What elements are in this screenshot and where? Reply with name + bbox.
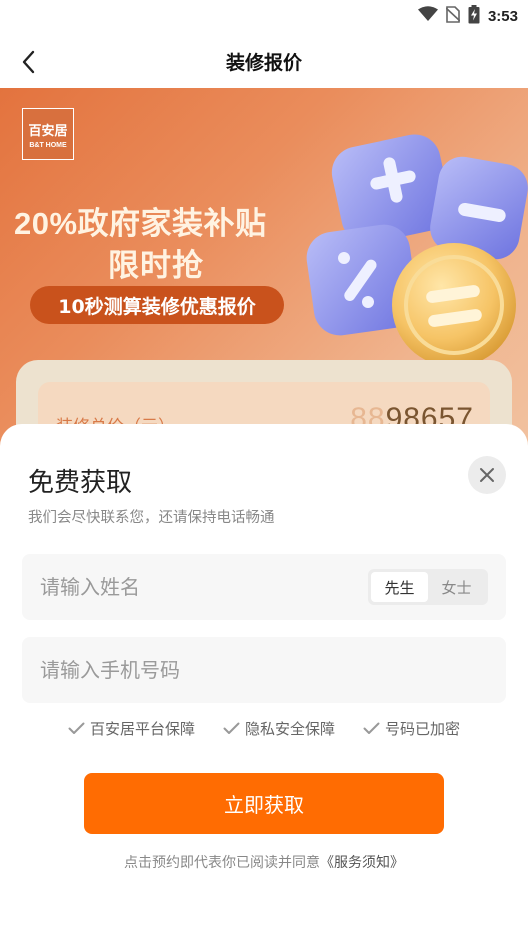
sheet-subtitle: 我们会尽快联系您，还请保持电话畅通 [28, 510, 275, 526]
close-icon [480, 468, 494, 482]
check-icon [223, 722, 240, 734]
wifi-icon [417, 6, 438, 26]
check-icon [363, 722, 380, 734]
guarantee-text: 号码已加密 [385, 720, 461, 738]
promo-subheadline: 限时抢 [108, 248, 204, 284]
nav-bar: 装修报价 [0, 34, 528, 88]
guarantee-list: 百安居平台保障 隐私安全保障 号码已加密 [0, 718, 528, 739]
guarantee-item: 号码已加密 [363, 718, 460, 739]
guarantee-item: 百安居平台保障 [68, 718, 195, 739]
name-field: 先生 女士 [22, 554, 506, 620]
promo-headline-text: 政府家装补贴 [77, 206, 267, 242]
guarantee-item: 隐私安全保障 [223, 718, 335, 739]
status-icons: 3:53 [417, 4, 518, 28]
close-button[interactable] [468, 456, 506, 494]
agreement-text: 点击预约即代表你已阅读并同意《服务须知》 [0, 852, 528, 872]
logo-text-en: B&T HOME [29, 141, 67, 149]
lead-form-sheet: 免费获取 我们会尽快联系您，还请保持电话畅通 先生 女士 百安居平台保障 隐私安… [0, 424, 528, 938]
promo-percent: 20% [14, 206, 78, 241]
name-input[interactable] [40, 554, 360, 620]
status-bar: 3:53 [0, 0, 528, 34]
phone-input[interactable] [40, 637, 480, 703]
check-icon [68, 722, 85, 734]
status-time: 3:53 [487, 7, 518, 25]
phone-field [22, 637, 506, 703]
guarantee-text: 隐私安全保障 [244, 720, 335, 738]
gender-option-ms[interactable]: 女士 [428, 572, 485, 602]
promo-pill: 10秒测算装修优惠报价 [30, 286, 284, 324]
gender-option-mr[interactable]: 先生 [371, 572, 428, 602]
guarantee-text: 百安居平台保障 [89, 720, 195, 738]
service-terms-link[interactable]: 《服务须知》 [320, 855, 404, 871]
page-title: 装修报价 [225, 52, 302, 74]
brand-logo: 百安居 B&T HOME [22, 108, 74, 160]
gender-toggle: 先生 女士 [368, 569, 488, 605]
battery-charging-icon [468, 4, 480, 28]
calculator-illustration [306, 134, 528, 367]
agreement-prefix: 点击预约即代表你已阅读并同意 [124, 855, 320, 871]
no-sim-icon [445, 5, 461, 27]
sheet-title: 免费获取 [28, 468, 133, 498]
promo-headline: 20%政府家装补贴 [14, 198, 267, 243]
logo-text-cn: 百安居 [28, 123, 68, 139]
submit-button[interactable]: 立即获取 [84, 773, 444, 834]
